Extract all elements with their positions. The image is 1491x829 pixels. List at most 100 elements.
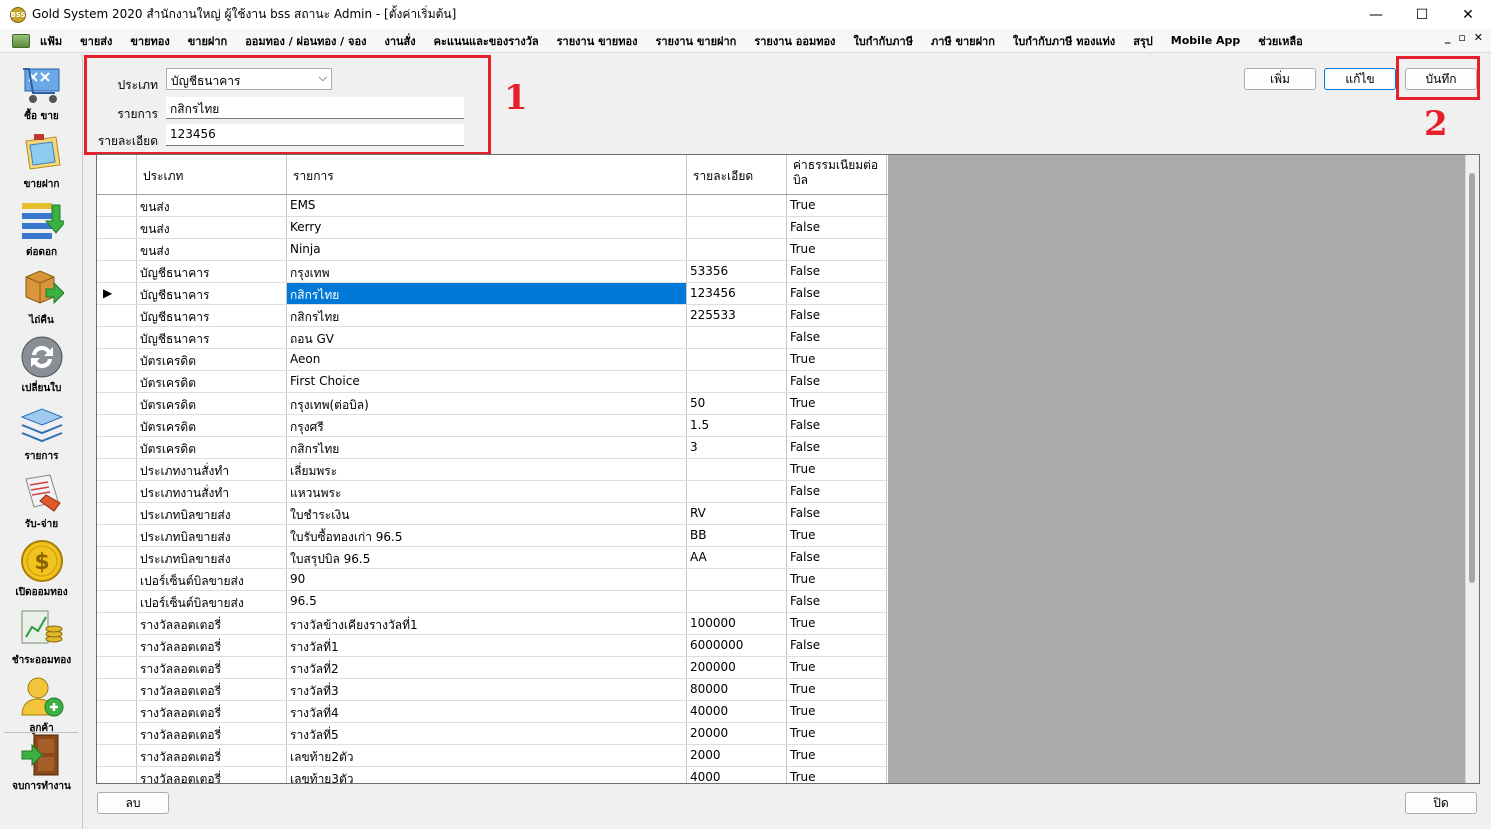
cell-item[interactable]: รางวัลที่2 [287, 657, 687, 678]
row-header[interactable] [97, 239, 137, 260]
menu-help[interactable]: ช่วยเหลือ [1258, 32, 1302, 50]
edit-button[interactable]: แก้ไข [1324, 68, 1396, 90]
table-row[interactable]: บัตรเครดิต กรุงเทพ(ต่อบิล) 50 True [97, 393, 888, 415]
cell-item[interactable]: แหวนพระ [287, 481, 687, 502]
row-header[interactable] [97, 701, 137, 722]
cell-type[interactable]: ขนส่ง [137, 239, 287, 260]
row-header[interactable] [97, 679, 137, 700]
cell-type[interactable]: ขนส่ง [137, 217, 287, 238]
row-header[interactable] [97, 745, 137, 766]
cell-item[interactable]: Ninja [287, 239, 687, 260]
table-row[interactable]: บัตรเครดิต First Choice False [97, 371, 888, 393]
cell-detail[interactable] [687, 349, 787, 370]
menu-tax-invoice[interactable]: ใบกำกับภาษี [853, 32, 913, 50]
cell-fee[interactable]: True [787, 723, 887, 744]
row-header[interactable] [97, 371, 137, 392]
table-row[interactable]: บัตรเครดิต กรุงศรี 1.5 False [97, 415, 888, 437]
menu-wholesale[interactable]: ขายส่ง [80, 32, 112, 50]
cell-fee[interactable]: True [787, 569, 887, 590]
cell-type[interactable]: รางวัลลอตเตอรี่ [137, 767, 287, 783]
menu-summary[interactable]: สรุป [1133, 32, 1153, 50]
menu-savings[interactable]: ออมทอง / ผ่อนทอง / จอง [245, 32, 366, 50]
menu-report-sell[interactable]: รายงาน ขายทอง [557, 32, 638, 50]
cell-type[interactable]: บัญชีธนาคาร [137, 283, 287, 304]
cell-detail[interactable]: 200000 [687, 657, 787, 678]
cell-type[interactable]: บัตรเครดิต [137, 371, 287, 392]
menu-tax-consign[interactable]: ภาษี ขายฝาก [931, 32, 995, 50]
vertical-scrollbar[interactable] [1465, 155, 1479, 783]
delete-button[interactable]: ลบ [97, 792, 169, 814]
table-row[interactable]: รางวัลลอตเตอรี่ เลขท้าย3ตัว 4000 True [97, 767, 888, 783]
row-header[interactable] [97, 349, 137, 370]
menu-tax-invoice-bar[interactable]: ใบกำกับภาษี ทองแท่ง [1013, 32, 1115, 50]
cell-item[interactable]: เลขท้าย3ตัว [287, 767, 687, 783]
cell-type[interactable]: รางวัลลอตเตอรี่ [137, 745, 287, 766]
table-row[interactable]: รางวัลลอตเตอรี่ เลขท้าย2ตัว 2000 True [97, 745, 888, 767]
table-row[interactable]: รางวัลลอตเตอรี่ รางวัลที่4 40000 True [97, 701, 888, 723]
row-header[interactable] [97, 393, 137, 414]
cell-item[interactable]: กสิกรไทย [287, 305, 687, 326]
row-header[interactable] [97, 195, 137, 216]
cell-fee[interactable]: True [787, 525, 887, 546]
cell-detail[interactable]: 50 [687, 393, 787, 414]
tool-exchange[interactable]: เปลี่ยนใบ [0, 330, 83, 396]
cell-type[interactable]: เปอร์เซ็นต์บิลขายส่ง [137, 569, 287, 590]
close-button[interactable]: ปิด [1405, 792, 1477, 814]
mdi-restore-button[interactable]: ▫ [1458, 31, 1465, 44]
table-row[interactable]: ขนส่ง EMS True [97, 195, 888, 217]
tool-pay-savings[interactable]: ชำระออมทอง [0, 602, 83, 668]
scrollbar-thumb[interactable] [1469, 173, 1475, 583]
table-row[interactable]: รางวัลลอตเตอรี่ รางวัลที่2 200000 True [97, 657, 888, 679]
cell-type[interactable]: ประเภทบิลขายส่ง [137, 503, 287, 524]
cell-detail[interactable] [687, 459, 787, 480]
row-header[interactable] [97, 437, 137, 458]
cell-detail[interactable]: 225533 [687, 305, 787, 326]
table-row[interactable]: ประเภทบิลขายส่ง ใบสรุปบิล 96.5 AA False [97, 547, 888, 569]
table-row[interactable]: ประเภทงานสั่งทำ เลี่ยมพระ True [97, 459, 888, 481]
cell-fee[interactable]: True [787, 679, 887, 700]
cell-item[interactable]: รางวัลที่4 [287, 701, 687, 722]
cell-fee[interactable]: False [787, 547, 887, 568]
cell-type[interactable]: บัญชีธนาคาร [137, 305, 287, 326]
cell-fee[interactable]: False [787, 327, 887, 348]
table-row[interactable]: รางวัลลอตเตอรี่ รางวัลข้างเคียงรางวัลที่1… [97, 613, 888, 635]
table-row[interactable]: ▶ บัญชีธนาคาร กสิกรไทย 123456 False [97, 283, 888, 305]
row-header[interactable] [97, 327, 137, 348]
maximize-button[interactable]: ☐ [1399, 0, 1445, 29]
mdi-minimize-button[interactable]: _ [1445, 31, 1451, 44]
cell-item[interactable]: กรุงศรี [287, 415, 687, 436]
cell-item[interactable]: First Choice [287, 371, 687, 392]
table-row[interactable]: รางวัลลอตเตอรี่ รางวัลที่5 20000 True [97, 723, 888, 745]
save-button[interactable]: บันทึก [1405, 68, 1477, 90]
minimize-button[interactable]: — [1353, 0, 1399, 29]
cell-detail[interactable] [687, 481, 787, 502]
table-row[interactable]: เปอร์เซ็นต์บิลขายส่ง 96.5 False [97, 591, 888, 613]
cell-detail[interactable] [687, 591, 787, 612]
cell-detail[interactable]: 6000000 [687, 635, 787, 656]
cell-fee[interactable]: False [787, 283, 887, 304]
row-header[interactable] [97, 261, 137, 282]
table-row[interactable]: ประเภทบิลขายส่ง ใบชำระเงิน RV False [97, 503, 888, 525]
cell-item[interactable]: กสิกรไทย [287, 437, 687, 458]
menu-sell-gold[interactable]: ขายทอง [130, 32, 169, 50]
menu-report-savings[interactable]: รายงาน ออมทอง [754, 32, 835, 50]
table-row[interactable]: เปอร์เซ็นต์บิลขายส่ง 90 True [97, 569, 888, 591]
row-header[interactable] [97, 613, 137, 634]
row-header[interactable] [97, 525, 137, 546]
cell-item[interactable]: เลี่ยมพระ [287, 459, 687, 480]
menu-file[interactable]: แฟ้ม [40, 32, 62, 50]
cell-type[interactable]: บัตรเครดิต [137, 415, 287, 436]
cell-fee[interactable]: True [787, 613, 887, 634]
row-header[interactable] [97, 459, 137, 480]
cell-detail[interactable]: AA [687, 547, 787, 568]
table-row[interactable]: ขนส่ง Kerry False [97, 217, 888, 239]
cell-detail[interactable]: BB [687, 525, 787, 546]
row-header[interactable] [97, 767, 137, 783]
cell-fee[interactable]: False [787, 591, 887, 612]
cell-type[interactable]: รางวัลลอตเตอรี่ [137, 723, 287, 744]
cell-fee[interactable]: True [787, 459, 887, 480]
row-header[interactable] [97, 547, 137, 568]
cell-fee[interactable]: False [787, 437, 887, 458]
table-row[interactable]: รางวัลลอตเตอรี่ รางวัลที่3 80000 True [97, 679, 888, 701]
menu-consign[interactable]: ขายฝาก [188, 32, 227, 50]
